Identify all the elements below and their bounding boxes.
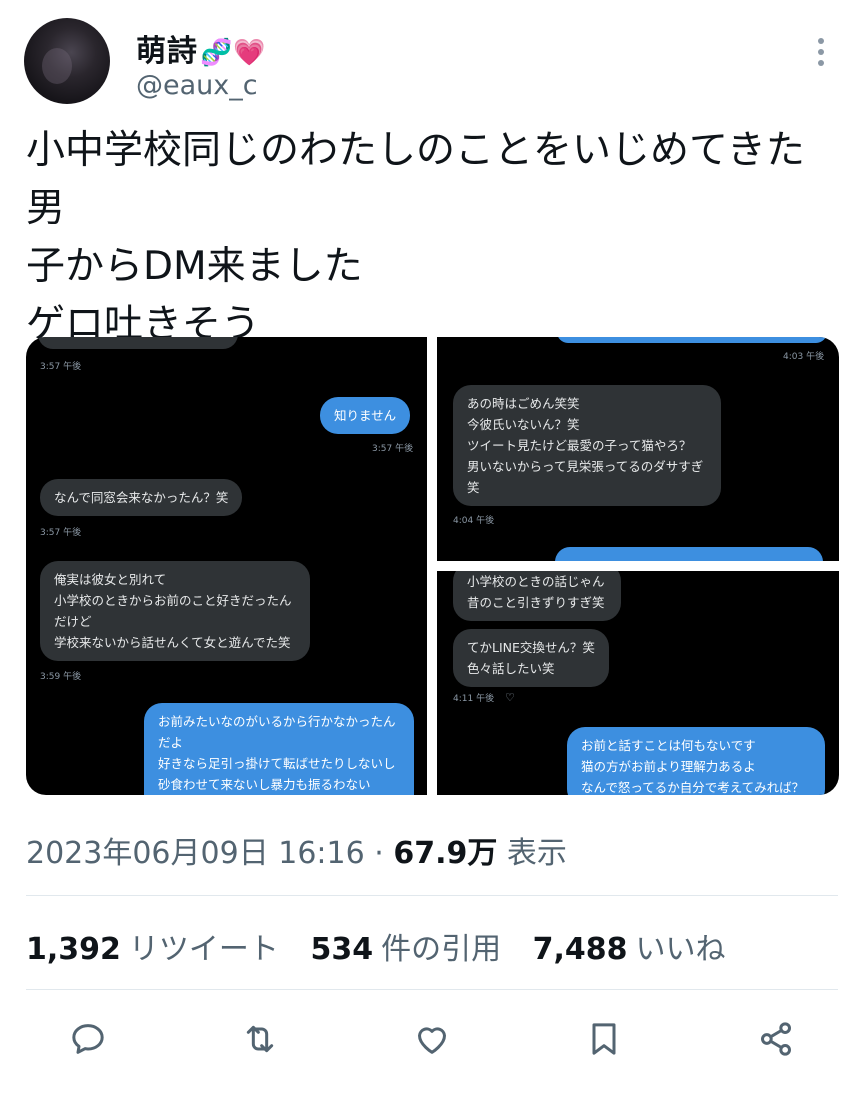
chat-bubble-incoming: 俺実は彼女と別れて 小学校のときからお前のこと好きだったん だけど 学校来ないか…: [40, 561, 310, 661]
bubble-line: 男いないからって見栄張ってるのダサすぎ: [467, 459, 704, 474]
chat-bubble-outgoing: お前みたいなのがいるから行かなかったん だよ 好きなら足引っ掛けて転ばせたりしな…: [144, 703, 414, 795]
bubble-line: 今彼氏いないん？笑: [467, 417, 580, 432]
message-timestamp: 3:57 午後: [40, 362, 82, 372]
chat-bubble-outgoing: 知りません: [320, 397, 411, 434]
divider: [26, 895, 838, 896]
reply-button[interactable]: [64, 1015, 112, 1063]
tweet-datetime[interactable]: 2023年06月09日 16:16: [26, 836, 365, 871]
divider: [26, 989, 838, 990]
retweet-count: 1,392: [26, 932, 121, 967]
retweet-button[interactable]: [236, 1015, 284, 1063]
bubble-line: 学校来ないから話せんくて女と遊んでた笑: [54, 635, 291, 650]
bubble-line: お前と話すことは何もないです: [581, 738, 756, 753]
quote-label: 件の引用: [381, 932, 502, 967]
quotes-stat[interactable]: 534 件の引用: [310, 932, 501, 967]
message-timestamp: 4:11 午後 ♡: [453, 691, 515, 704]
share-button[interactable]: [752, 1015, 800, 1063]
chat-bubble-outgoing: [555, 547, 823, 561]
bubble-line: 俺実は彼女と別れて: [54, 572, 167, 587]
chat-bubble-incoming: 小学校のときの話じゃん 昔のこと引きずりすぎ笑: [453, 571, 621, 621]
display-name-text[interactable]: 萌詩: [136, 34, 198, 69]
timestamp-text: 4:11 午後: [453, 694, 495, 704]
bubble-line: 小学校のときの話じゃん: [467, 574, 605, 589]
bubble-line: 好きなら足引っ掛けて転ばせたりしないし: [158, 756, 396, 771]
share-icon: [761, 1022, 791, 1056]
heart-icon: [418, 1027, 446, 1054]
screenshot-image-2[interactable]: 4:03 午後 あの時はごめん笑笑 今彼氏いないん？笑 ツイート見たけど最愛の子…: [437, 337, 839, 561]
bubble-line: 小学校のときからお前のこと好きだったん: [54, 593, 292, 608]
media-grid[interactable]: 3:57 午後 知りません 3:57 午後 なんで同窓会来なかったん？笑 3:5…: [26, 337, 839, 795]
bubble-line: なんで怒ってるか自分で考えてみれば？: [581, 780, 805, 795]
bubble-line: 色々話したい笑: [467, 661, 555, 676]
meta-separator: ·: [374, 836, 384, 871]
message-timestamp: 4:04 午後: [453, 516, 495, 526]
retweet-icon: [246, 1025, 274, 1053]
view-label: 表示: [506, 836, 567, 871]
reply-icon: [72, 1024, 104, 1054]
bubble-line: あの時はごめん笑笑: [467, 396, 580, 411]
chat-bubble-incoming: なんで同窓会来なかったん？笑: [40, 479, 243, 516]
message-timestamp: 4:03 午後: [783, 352, 825, 362]
tweet-header: 萌詩🧬💗 @eaux_c: [24, 18, 840, 106]
bubble-line: だよ: [158, 735, 184, 750]
tweet-line: 子からDM来ました: [26, 244, 363, 289]
likes-stat[interactable]: 7,488 いいね: [533, 932, 726, 967]
tweet-text: 小中学校同じのわたしのことをいじめてきた男 子からDM来ました ゲロ吐きそう: [26, 122, 836, 354]
bubble-line: 昔のこと引きずりすぎ笑: [467, 595, 605, 610]
retweets-stat[interactable]: 1,392 リツイート: [26, 932, 279, 967]
bubble-line: てかLINE交換せん？笑: [467, 640, 595, 655]
bookmark-button[interactable]: [580, 1015, 628, 1063]
bubble-line: ツイート見たけど最愛の子って猫やろ？: [467, 438, 692, 453]
like-button[interactable]: [408, 1015, 456, 1063]
message-timestamp: 3:57 午後: [40, 528, 82, 538]
avatar[interactable]: [24, 18, 110, 104]
view-count: 67.9万: [393, 836, 498, 871]
chat-bubble-incoming: あの時はごめん笑笑 今彼氏いないん？笑 ツイート見たけど最愛の子って猫やろ？ 男…: [453, 385, 721, 506]
bubble-line: 笑: [467, 480, 480, 495]
tweet-stats: 1,392 リツイート 534 件の引用 7,488 いいね: [26, 924, 748, 968]
action-bar: [26, 1015, 838, 1065]
bubble-line: 砂食わせて来ないし暴力も振るわない: [158, 777, 371, 792]
bubble-line: お前みたいなのがいるから行かなかったん: [158, 714, 396, 729]
display-name[interactable]: 萌詩🧬💗: [136, 26, 267, 70]
chat-bubble-outgoing: お前と話すことは何もないです 猫の方がお前より理解力あるよ なんで怒ってるか自分…: [567, 727, 825, 795]
chat-bubble-incoming: てかLINE交換せん？笑 色々話したい笑: [453, 629, 609, 687]
screenshot-image-1[interactable]: 3:57 午後 知りません 3:57 午後 なんで同窓会来なかったん？笑 3:5…: [26, 337, 427, 795]
bubble-line: 猫の方がお前より理解力あるよ: [581, 759, 756, 774]
message-timestamp: 3:57 午後: [372, 444, 414, 454]
retweet-label: リツイート: [128, 932, 279, 967]
reaction-heart-icon: ♡: [504, 691, 515, 704]
like-count: 7,488: [532, 932, 628, 967]
like-label: いいね: [635, 932, 726, 967]
chat-bubble-outgoing: [557, 337, 827, 343]
chat-bubble-incoming: [38, 337, 238, 349]
more-options-icon[interactable]: [818, 38, 826, 68]
bookmark-icon: [592, 1023, 616, 1055]
bubble-line: だけど: [54, 614, 92, 629]
name-emoji: 🧬💗: [200, 38, 267, 68]
tweet-meta: 2023年06月09日 16:16 · 67.9万 表示: [26, 828, 567, 872]
tweet-line: 小中学校同じのわたしのことをいじめてきた男: [26, 128, 805, 231]
screenshot-image-3[interactable]: 小学校のときの話じゃん 昔のこと引きずりすぎ笑 てかLINE交換せん？笑 色々話…: [437, 571, 839, 795]
message-timestamp: 3:59 午後: [40, 672, 82, 682]
quote-count: 534: [310, 932, 374, 967]
user-handle[interactable]: @eaux_c: [136, 70, 258, 101]
